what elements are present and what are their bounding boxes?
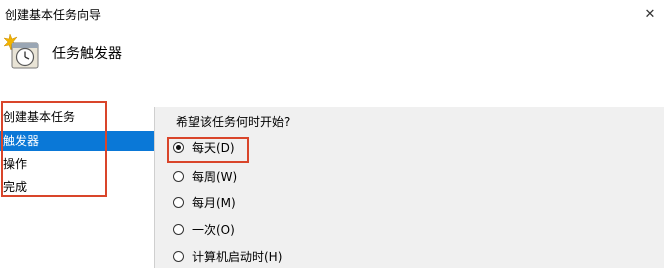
radio-monthly[interactable]: 每月(M): [173, 193, 236, 211]
radio-label-monthly: 每月(M): [192, 195, 236, 210]
nav-divider: [154, 107, 155, 268]
window-title: 创建基本任务向导: [5, 8, 102, 22]
radio-once[interactable]: 一次(O): [173, 220, 235, 238]
nav-item-action[interactable]: 操作: [0, 154, 154, 174]
radio-button-once[interactable]: [173, 223, 184, 235]
nav-item-trigger[interactable]: 触发器: [0, 131, 154, 151]
radio-weekly[interactable]: 每周(W): [173, 167, 237, 185]
radio-label-weekly: 每周(W): [192, 169, 238, 184]
radio-label-once: 一次(O): [192, 222, 235, 237]
close-icon[interactable]: ✕: [640, 4, 660, 24]
nav-item-finish[interactable]: 完成: [0, 177, 154, 197]
radio-button-daily[interactable]: [173, 141, 184, 153]
radio-label-at-startup: 计算机启动时(H): [192, 249, 283, 264]
trigger-prompt: 希望该任务何时开始?: [176, 115, 291, 129]
page-title: 任务触发器: [52, 46, 122, 62]
title-bar: 创建基本任务向导 ✕: [0, 0, 664, 28]
wizard-header: 任务触发器: [0, 28, 664, 107]
wizard-step-list: 创建基本任务 触发器 操作 完成: [0, 101, 154, 268]
radio-label-daily: 每天(D): [192, 140, 235, 155]
wizard-body: 创建基本任务 触发器 操作 完成 希望该任务何时开始? 每天(D) 每周(W) …: [0, 101, 664, 268]
task-scheduler-clock-icon: [3, 34, 39, 69]
radio-button-monthly[interactable]: [173, 196, 184, 208]
radio-button-weekly[interactable]: [173, 170, 184, 182]
nav-item-create-basic-task[interactable]: 创建基本任务: [0, 107, 154, 127]
radio-daily[interactable]: 每天(D): [173, 138, 235, 156]
radio-at-startup[interactable]: 计算机启动时(H): [173, 247, 282, 265]
radio-button-at-startup[interactable]: [173, 250, 184, 262]
